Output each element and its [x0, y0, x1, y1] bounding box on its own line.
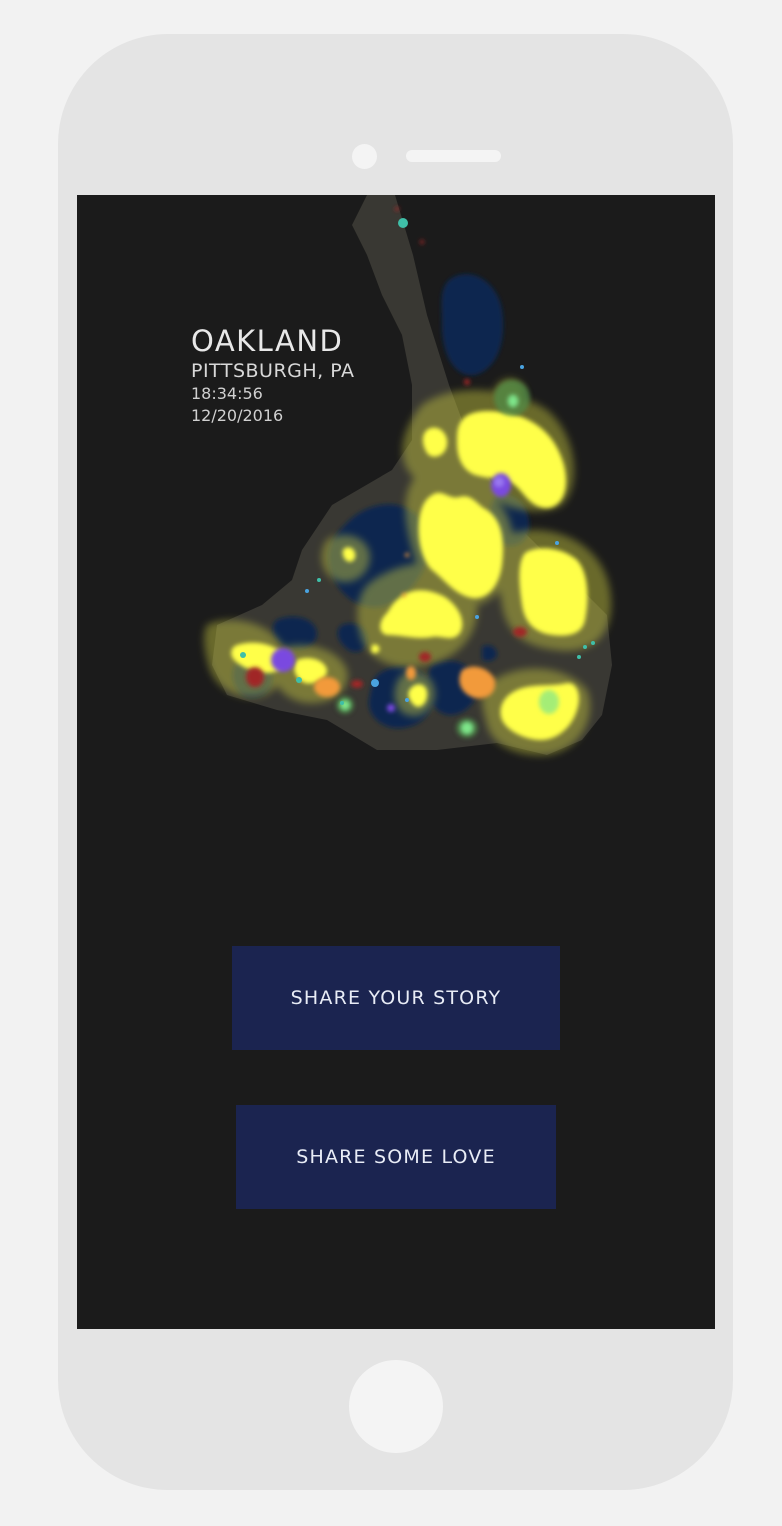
- location-info: OAKLAND PITTSBURGH, PA 18:34:56 12/20/20…: [191, 323, 354, 427]
- neighborhood-name: OAKLAND: [191, 324, 344, 358]
- share-story-button[interactable]: SHARE YOUR STORY: [232, 946, 560, 1050]
- city-name: PITTSBURGH, PA: [191, 360, 355, 382]
- home-button[interactable]: [349, 1360, 443, 1453]
- timestamp-date: 12/20/2016: [191, 406, 284, 425]
- app-screen: OAKLAND PITTSBURGH, PA 18:34:56 12/20/20…: [77, 195, 715, 1329]
- share-love-button[interactable]: SHARE SOME LOVE: [236, 1105, 556, 1209]
- front-camera: [352, 144, 377, 169]
- timestamp-time: 18:34:56: [191, 384, 263, 403]
- earpiece-speaker: [406, 150, 501, 162]
